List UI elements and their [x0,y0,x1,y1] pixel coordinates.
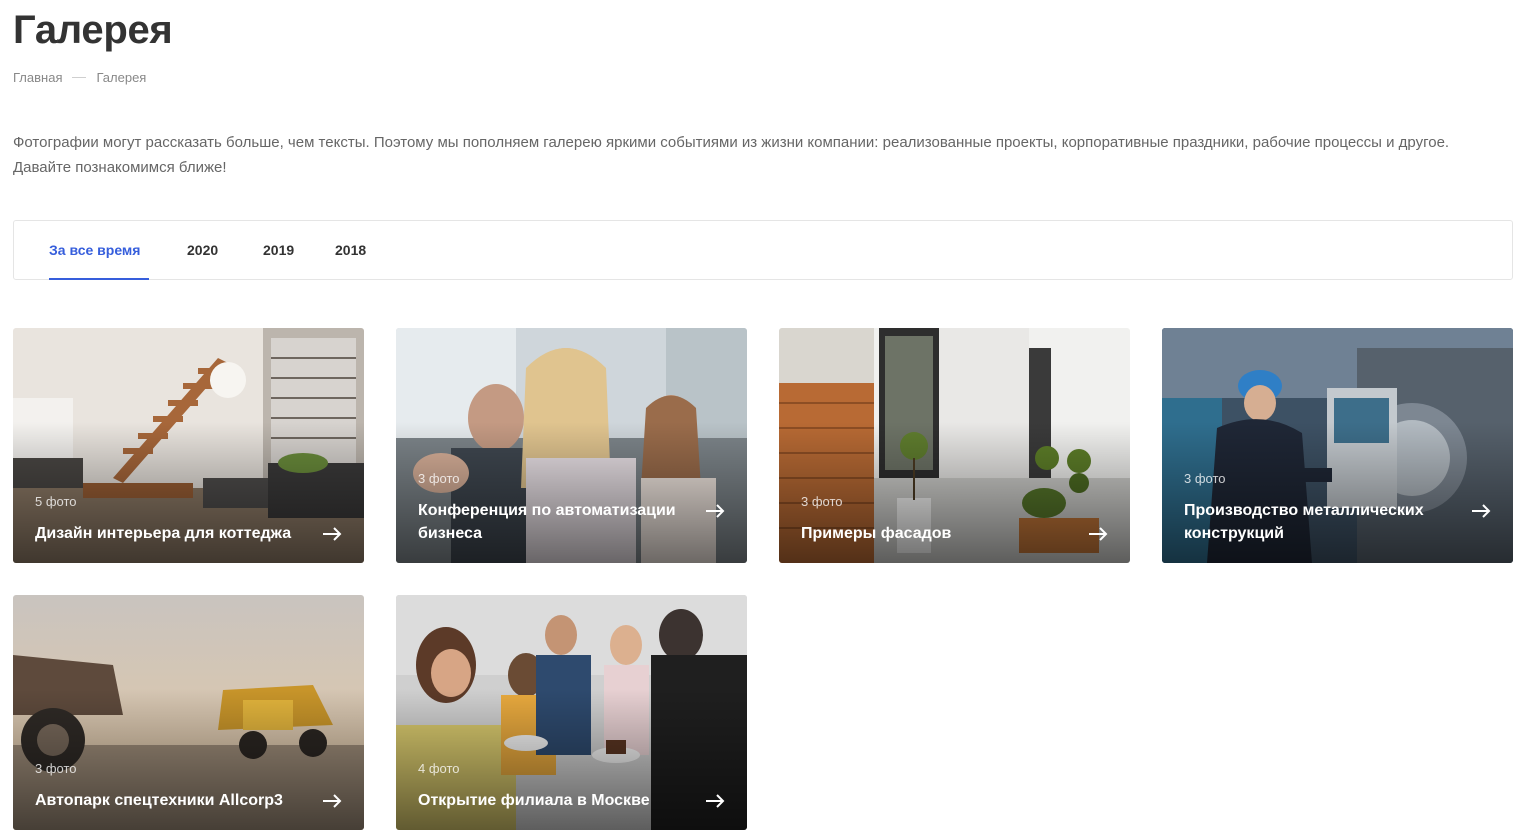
tab-2020[interactable]: 2020 [187,221,218,280]
photo-count: 5 фото [35,494,77,509]
photo-count: 3 фото [1184,471,1226,486]
tab-2018[interactable]: 2018 [335,221,366,280]
page-title: Галерея [13,8,173,52]
photo-count: 3 фото [35,761,77,776]
photo-count: 3 фото [801,494,843,509]
year-filter-tabs: За все время 2020 2019 2018 [13,220,1513,280]
gallery-card-truck-fleet[interactable]: 3 фото Автопарк спецтехники Allcorp3 [13,595,364,830]
arrow-right-icon [706,794,725,808]
arrow-right-icon [323,794,342,808]
card-title: Производство металлических конструкций [1184,502,1424,542]
breadcrumb: Главная Галерея [13,70,146,85]
tab-2019[interactable]: 2019 [263,221,294,280]
gallery-card-branch-opening[interactable]: 4 фото Открытие филиала в Москве [396,595,747,830]
gallery-card-conference[interactable]: 3 фото Конференция по автоматизации бизн… [396,328,747,563]
card-title: Конференция по автоматизации бизнеса [418,502,676,542]
card-title: Дизайн интерьера для коттеджа [35,525,292,542]
tab-all-time[interactable]: За все время [49,221,149,280]
arrow-right-icon [706,504,725,518]
breadcrumb-current: Галерея [96,70,147,85]
gallery-card-facades[interactable]: 3 фото Примеры фасадов [779,328,1130,563]
card-title: Примеры фасадов [801,525,952,542]
breadcrumb-separator [72,77,87,78]
photo-count: 3 фото [418,471,460,486]
card-title: Автопарк спецтехники Allcorp3 [35,792,283,809]
breadcrumb-home-link[interactable]: Главная [13,70,62,85]
card-title: Открытие филиала в Москве [418,792,650,809]
photo-count: 4 фото [418,761,460,776]
arrow-right-icon [1089,527,1108,541]
gallery-card-interior[interactable]: 5 фото Дизайн интерьера для коттеджа [13,328,364,563]
arrow-right-icon [323,527,342,541]
intro-text: Фотографии могут рассказать больше, чем … [13,134,1450,176]
gallery-card-metal-production[interactable]: 3 фото Производство металлических констр… [1162,328,1513,563]
arrow-right-icon [1472,504,1491,518]
